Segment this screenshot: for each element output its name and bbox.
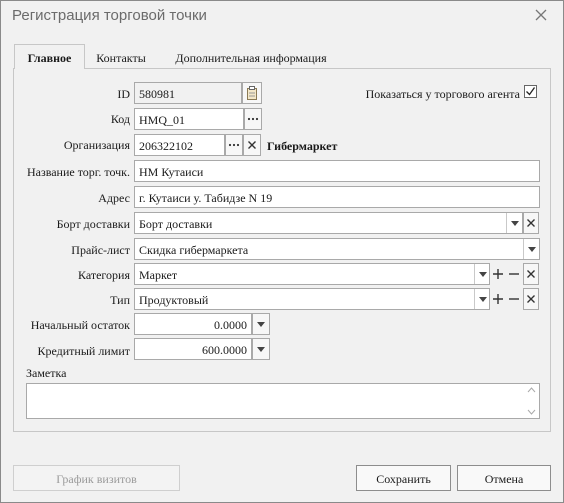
code-input[interactable]: HMQ_01: [134, 108, 244, 130]
show-agent-label: Показаться у торгового агента: [365, 87, 520, 101]
visit-schedule-button[interactable]: График визитов: [13, 465, 180, 491]
type-add-icon[interactable]: [490, 288, 506, 310]
tab-main[interactable]: Главное: [14, 44, 85, 69]
credit-limit-dropdown[interactable]: [252, 338, 270, 360]
note-textarea[interactable]: [26, 383, 540, 419]
pricelist-select[interactable]: Скидка гибермаркета: [134, 238, 540, 260]
category-label: Категория: [78, 268, 130, 282]
note-label: Заметка: [26, 366, 67, 380]
name-label: Название торг. точк.: [26, 165, 130, 179]
type-label: Тип: [110, 293, 130, 307]
chevron-down-icon[interactable]: [506, 213, 522, 233]
close-icon[interactable]: [533, 7, 549, 23]
show-agent-checkbox[interactable]: [524, 85, 537, 98]
window-title: Регистрация торговой точки: [12, 7, 207, 24]
org-input[interactable]: 206322102: [134, 134, 225, 156]
chevron-down-icon[interactable]: [474, 289, 490, 309]
name-input[interactable]: НМ Кутаиси: [134, 160, 540, 182]
category-add-icon[interactable]: [490, 263, 506, 285]
org-name: Гибермаркет: [267, 139, 338, 153]
org-label: Организация: [63, 138, 130, 152]
tab-additional-info[interactable]: Дополнительная информация: [169, 45, 333, 69]
opening-balance-label: Начальный остаток: [30, 318, 130, 332]
delivery-select[interactable]: Борт доставки: [134, 212, 523, 234]
code-label: Код: [110, 112, 130, 126]
dialog-window: Регистрация торговой точки Главное Конта…: [0, 0, 564, 503]
type-clear-icon[interactable]: [523, 288, 539, 310]
opening-balance-input[interactable]: 0.0000: [134, 313, 252, 335]
category-remove-icon[interactable]: [506, 263, 522, 285]
credit-limit-input[interactable]: 600.0000: [134, 338, 252, 360]
chevron-down-icon[interactable]: [474, 264, 490, 284]
delivery-clear-icon[interactable]: [523, 212, 539, 234]
address-input[interactable]: г. Кутаиси у. Табидзе N 19: [134, 186, 540, 208]
id-label: ID: [117, 87, 130, 101]
id-field: 580981: [134, 82, 242, 104]
delivery-label: Борт доставки: [56, 217, 130, 231]
type-select[interactable]: Продуктовый: [134, 288, 490, 310]
note-scrollbar[interactable]: [524, 384, 539, 418]
address-label: Адрес: [98, 191, 130, 205]
pricelist-label: Прайс-лист: [71, 243, 130, 257]
chevron-down-icon[interactable]: [523, 239, 539, 259]
tab-contacts[interactable]: Контакты: [89, 45, 153, 69]
category-select[interactable]: Маркет: [134, 263, 490, 285]
cancel-button[interactable]: Отмена: [457, 465, 551, 491]
org-clear-icon[interactable]: [243, 134, 261, 156]
type-remove-icon[interactable]: [506, 288, 522, 310]
credit-limit-label: Кредитный лимит: [37, 344, 130, 358]
save-button[interactable]: Сохранить: [356, 465, 451, 491]
category-clear-icon[interactable]: [523, 263, 539, 285]
org-ellipsis-button[interactable]: [225, 134, 243, 156]
opening-balance-dropdown[interactable]: [252, 313, 270, 335]
clipboard-icon[interactable]: [242, 82, 262, 104]
code-ellipsis-button[interactable]: [244, 108, 262, 130]
